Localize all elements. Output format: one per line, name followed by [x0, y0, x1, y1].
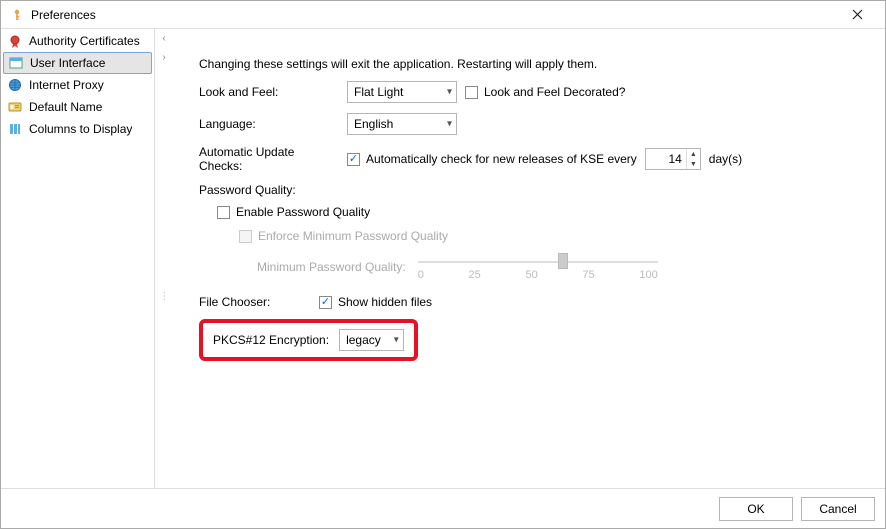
pkcs12-encryption-value: legacy — [346, 333, 381, 347]
sidebar-item-label: Columns to Display — [29, 122, 132, 136]
enforce-min-password-quality-checkbox: Enforce Minimum Password Quality — [239, 229, 448, 243]
certificate-icon — [7, 33, 23, 49]
password-quality-header: Password Quality: — [199, 183, 865, 197]
min-password-quality-label: Minimum Password Quality: — [257, 260, 406, 274]
sidebar-item-internet-proxy[interactable]: Internet Proxy — [1, 74, 154, 96]
sidebar-item-label: User Interface — [30, 56, 105, 70]
auto-update-days-spinner[interactable]: ▲ ▼ — [645, 148, 701, 170]
look-and-feel-decorated-checkbox[interactable]: Look and Feel Decorated? — [465, 85, 625, 99]
spin-down-icon[interactable]: ▼ — [687, 159, 700, 169]
globe-icon — [7, 77, 23, 93]
min-password-quality-slider: 0 25 50 75 100 — [418, 253, 658, 281]
ok-button[interactable]: OK — [719, 497, 793, 521]
sidebar-item-user-interface[interactable]: User Interface — [3, 52, 152, 74]
enforce-min-password-quality-label: Enforce Minimum Password Quality — [258, 229, 448, 243]
spin-up-icon[interactable]: ▲ — [687, 149, 700, 159]
title-bar: Preferences — [1, 1, 885, 29]
cancel-button[interactable]: Cancel — [801, 497, 875, 521]
show-hidden-files-label: Show hidden files — [338, 295, 432, 309]
sidebar-item-label: Authority Certificates — [29, 34, 140, 48]
slider-tick: 100 — [639, 269, 657, 281]
auto-update-label: Automatic Update Checks: — [199, 145, 339, 173]
sidebar-item-label: Internet Proxy — [29, 78, 104, 92]
window-icon — [8, 55, 24, 71]
checkbox-icon — [217, 206, 230, 219]
sidebar-item-label: Default Name — [29, 100, 102, 114]
content-panel: Changing these settings will exit the ap… — [155, 29, 885, 488]
slider-tick: 75 — [582, 269, 594, 281]
id-icon — [7, 99, 23, 115]
pkcs12-highlight: PKCS#12 Encryption: legacy ▾ — [199, 319, 418, 361]
show-hidden-files-checkbox[interactable]: Show hidden files — [319, 295, 432, 309]
slider-tick: 50 — [525, 269, 537, 281]
sidebar-item-columns-to-display[interactable]: Columns to Display — [1, 118, 154, 140]
language-value: English — [354, 117, 393, 131]
auto-update-days-suffix: day(s) — [709, 152, 742, 166]
look-and-feel-decorated-label: Look and Feel Decorated? — [484, 85, 625, 99]
slider-tick: 0 — [418, 269, 424, 281]
cancel-button-label: Cancel — [819, 502, 856, 516]
file-chooser-label: File Chooser: — [199, 295, 311, 309]
window-title: Preferences — [31, 8, 837, 22]
chevron-down-icon: ▾ — [447, 119, 452, 130]
enable-password-quality-checkbox[interactable]: Enable Password Quality — [217, 205, 370, 219]
slider-thumb-icon — [558, 253, 568, 269]
ok-button-label: OK — [747, 502, 764, 516]
close-button[interactable] — [837, 1, 877, 29]
pkcs12-encryption-label: PKCS#12 Encryption: — [213, 333, 329, 347]
checkbox-icon — [347, 153, 360, 166]
columns-icon — [7, 121, 23, 137]
sidebar-item-authority-certificates[interactable]: Authority Certificates — [1, 30, 154, 52]
checkbox-icon — [319, 296, 332, 309]
footer: OK Cancel — [1, 488, 885, 528]
chevron-down-icon: ▾ — [394, 335, 399, 346]
pkcs12-encryption-select[interactable]: legacy ▾ — [339, 329, 404, 351]
info-text: Changing these settings will exit the ap… — [199, 57, 865, 71]
checkbox-icon — [465, 86, 478, 99]
look-and-feel-value: Flat Light — [354, 85, 403, 99]
auto-update-days-value[interactable] — [646, 152, 686, 166]
sidebar-item-default-name[interactable]: Default Name — [1, 96, 154, 118]
sidebar: Authority Certificates User Interface In… — [1, 29, 155, 488]
language-select[interactable]: English ▾ — [347, 113, 457, 135]
look-and-feel-select[interactable]: Flat Light ▾ — [347, 81, 457, 103]
auto-update-checkbox-label: Automatically check for new releases of … — [366, 152, 637, 166]
checkbox-icon — [239, 230, 252, 243]
language-label: Language: — [199, 117, 339, 131]
app-icon — [9, 7, 25, 23]
slider-tick: 25 — [469, 269, 481, 281]
chevron-down-icon: ▾ — [447, 87, 452, 98]
look-and-feel-label: Look and Feel: — [199, 85, 339, 99]
enable-password-quality-label: Enable Password Quality — [236, 205, 370, 219]
auto-update-checkbox[interactable]: Automatically check for new releases of … — [347, 152, 637, 166]
close-icon — [852, 9, 863, 20]
